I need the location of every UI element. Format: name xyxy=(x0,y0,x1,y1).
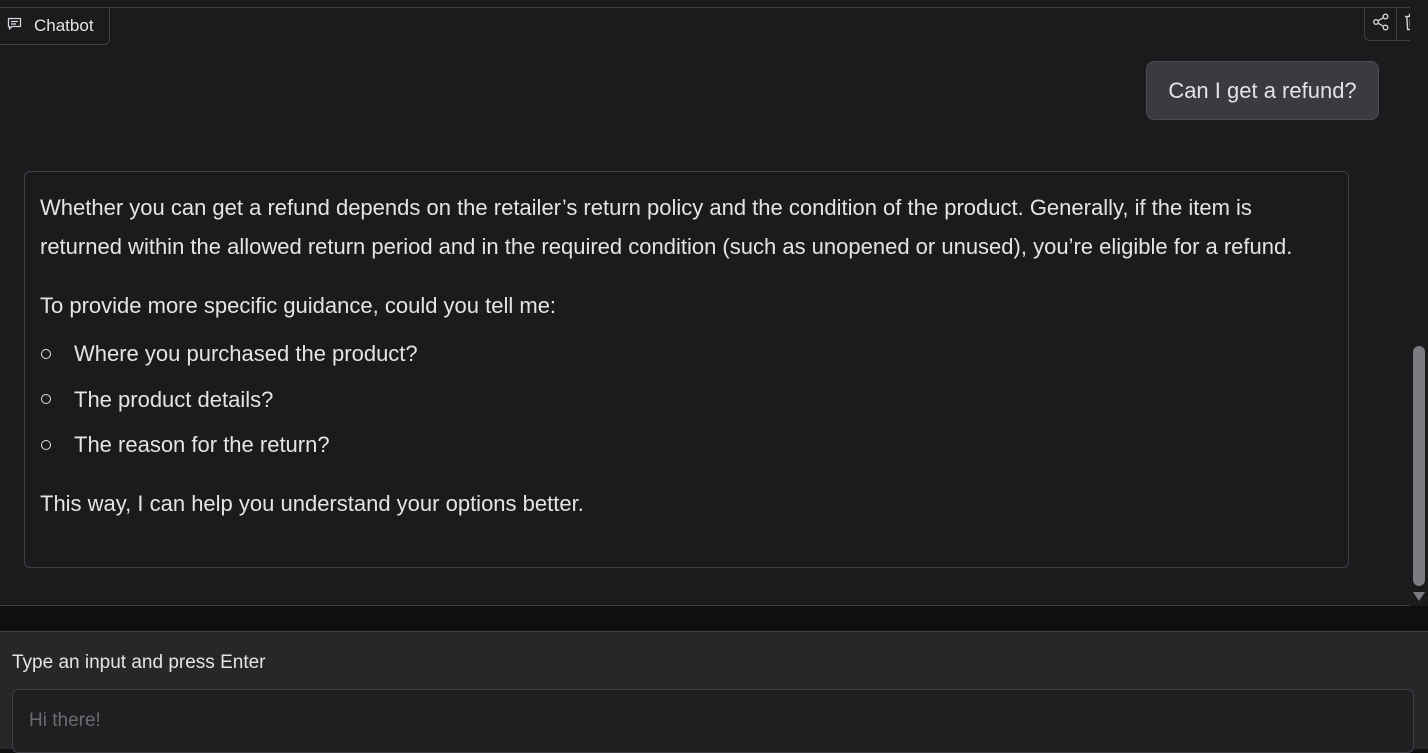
list-item-text: The reason for the return? xyxy=(74,432,330,458)
chatbot-panel-label: Chatbot xyxy=(0,8,110,45)
list-item-text: The product details? xyxy=(74,386,274,412)
circle-bullet-icon xyxy=(41,439,51,450)
bot-message-bubble: Whether you can get a refund depends on … xyxy=(24,171,1349,568)
circle-bullet-icon xyxy=(41,348,51,359)
share-button[interactable] xyxy=(1365,8,1396,40)
chat-bubble-icon xyxy=(7,17,22,36)
list-item: Where you purchased the product? xyxy=(40,331,1333,377)
list-item: The product details? xyxy=(40,377,1333,423)
chat-scrollbar[interactable] xyxy=(1410,8,1428,606)
chatbot-title: Chatbot xyxy=(34,16,94,35)
chatbot-panel: Chatbot Can I get a refund? Whether you … xyxy=(0,0,1428,606)
message-input[interactable] xyxy=(12,689,1414,753)
panel-top-divider xyxy=(0,7,1410,8)
bot-question-list: Where you purchased the product? The pro… xyxy=(40,331,1333,468)
circle-bullet-icon xyxy=(41,394,51,405)
bot-message-intro: Whether you can get a refund depends on … xyxy=(40,195,1293,259)
input-label: Type an input and press Enter xyxy=(12,652,266,673)
message-input-panel: Type an input and press Enter xyxy=(0,631,1428,753)
bot-message-lead: To provide more specific guidance, could… xyxy=(40,293,557,318)
user-message-bubble: Can I get a refund? xyxy=(1146,61,1379,120)
list-item-text: Where you purchased the product? xyxy=(74,341,418,367)
bot-message-closing: This way, I can help you understand your… xyxy=(40,490,584,516)
scrollbar-thumb[interactable] xyxy=(1413,346,1425,586)
list-item: The reason for the return? xyxy=(40,422,1333,468)
scroll-down-arrow-icon[interactable] xyxy=(1413,592,1425,601)
share-icon xyxy=(1372,13,1390,36)
